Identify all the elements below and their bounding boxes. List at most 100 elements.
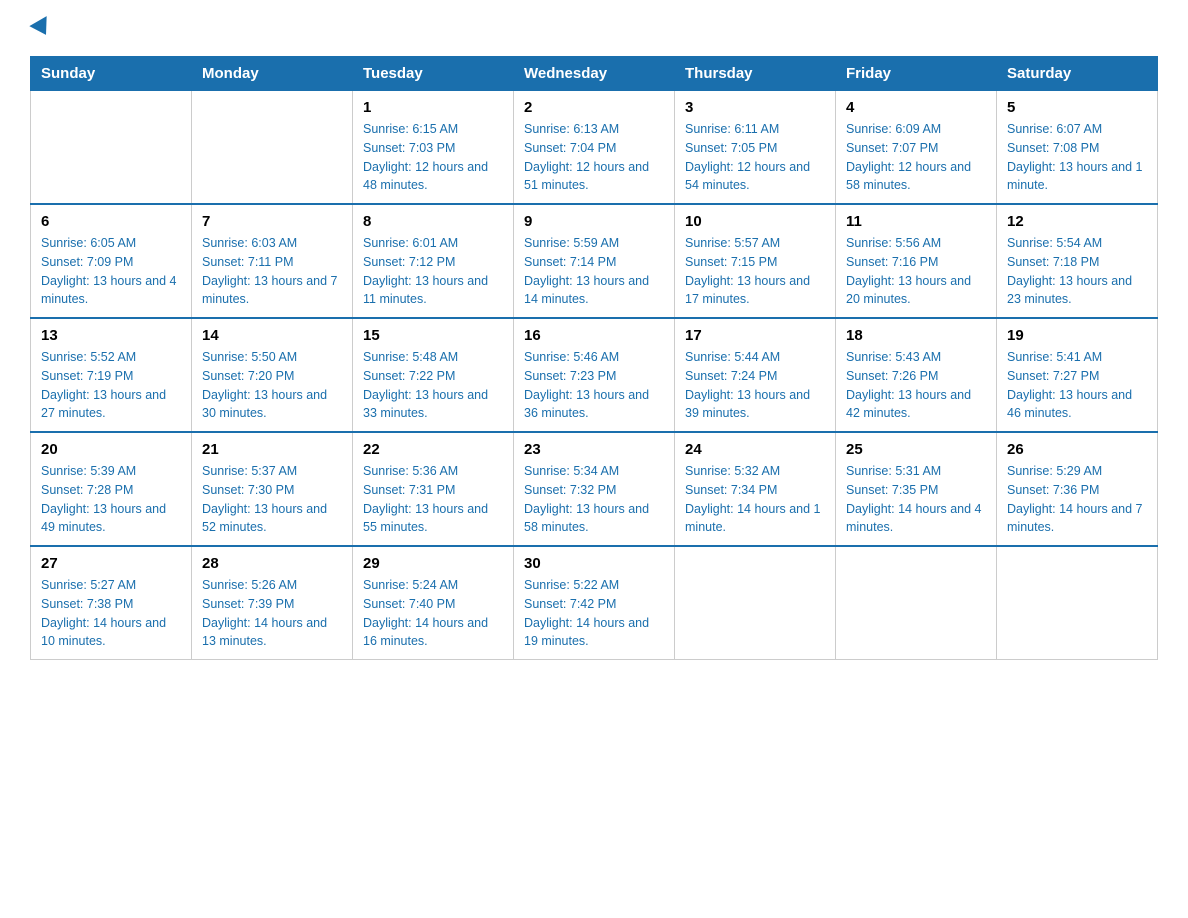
calendar-cell: 25 Sunrise: 5:31 AMSunset: 7:35 PMDayligh… — [836, 432, 997, 546]
sun-info: Sunrise: 5:52 AMSunset: 7:19 PMDaylight:… — [41, 348, 181, 423]
weekday-header-saturday: Saturday — [997, 57, 1158, 91]
sun-info: Sunrise: 6:11 AMSunset: 7:05 PMDaylight:… — [685, 120, 825, 195]
calendar-cell: 23 Sunrise: 5:34 AMSunset: 7:32 PMDayligh… — [514, 432, 675, 546]
sun-info: Sunrise: 6:03 AMSunset: 7:11 PMDaylight:… — [202, 234, 342, 309]
calendar-cell: 9 Sunrise: 5:59 AMSunset: 7:14 PMDaylight… — [514, 204, 675, 318]
day-number: 25 — [846, 441, 986, 458]
sun-info: Sunrise: 5:54 AMSunset: 7:18 PMDaylight:… — [1007, 234, 1147, 309]
calendar-cell — [675, 546, 836, 660]
sun-info: Sunrise: 5:26 AMSunset: 7:39 PMDaylight:… — [202, 576, 342, 651]
day-number: 13 — [41, 327, 181, 344]
sun-info: Sunrise: 6:05 AMSunset: 7:09 PMDaylight:… — [41, 234, 181, 309]
calendar-cell: 18 Sunrise: 5:43 AMSunset: 7:26 PMDayligh… — [836, 318, 997, 432]
day-number: 8 — [363, 213, 503, 230]
calendar-cell: 19Sunrise: 5:41 AMSunset: 7:27 PMDayligh… — [997, 318, 1158, 432]
calendar-cell: 13 Sunrise: 5:52 AMSunset: 7:19 PMDayligh… — [31, 318, 192, 432]
day-number: 16 — [524, 327, 664, 344]
day-number: 5 — [1007, 99, 1147, 116]
day-number: 6 — [41, 213, 181, 230]
calendar-cell: 30 Sunrise: 5:22 AMSunset: 7:42 PMDayligh… — [514, 546, 675, 660]
day-number: 29 — [363, 555, 503, 572]
calendar-cell: 20 Sunrise: 5:39 AMSunset: 7:28 PMDayligh… — [31, 432, 192, 546]
sun-info: Sunrise: 5:32 AMSunset: 7:34 PMDaylight:… — [685, 462, 825, 537]
calendar-cell: 12 Sunrise: 5:54 AMSunset: 7:18 PMDayligh… — [997, 204, 1158, 318]
calendar-cell: 8 Sunrise: 6:01 AMSunset: 7:12 PMDaylight… — [353, 204, 514, 318]
sun-info: Sunrise: 6:15 AMSunset: 7:03 PMDaylight:… — [363, 120, 503, 195]
calendar-cell: 15Sunrise: 5:48 AMSunset: 7:22 PMDayligh… — [353, 318, 514, 432]
day-number: 1 — [363, 99, 503, 116]
sun-info: Sunrise: 5:31 AMSunset: 7:35 PMDaylight:… — [846, 462, 986, 537]
calendar-cell — [31, 91, 192, 205]
day-number: 9 — [524, 213, 664, 230]
calendar-week-row: 13 Sunrise: 5:52 AMSunset: 7:19 PMDayligh… — [31, 318, 1158, 432]
day-number: 20 — [41, 441, 181, 458]
calendar-cell: 28 Sunrise: 5:26 AMSunset: 7:39 PMDayligh… — [192, 546, 353, 660]
calendar-cell: 26 Sunrise: 5:29 AMSunset: 7:36 PMDayligh… — [997, 432, 1158, 546]
calendar-cell: 1 Sunrise: 6:15 AMSunset: 7:03 PMDaylight… — [353, 91, 514, 205]
sun-info: Sunrise: 5:39 AMSunset: 7:28 PMDaylight:… — [41, 462, 181, 537]
page-header — [30, 20, 1158, 38]
day-number: 23 — [524, 441, 664, 458]
calendar-cell: 5 Sunrise: 6:07 AMSunset: 7:08 PMDaylight… — [997, 91, 1158, 205]
calendar-cell: 4 Sunrise: 6:09 AMSunset: 7:07 PMDaylight… — [836, 91, 997, 205]
sun-info: Sunrise: 5:50 AMSunset: 7:20 PMDaylight:… — [202, 348, 342, 423]
sun-info: Sunrise: 5:41 AMSunset: 7:27 PMDaylight:… — [1007, 348, 1147, 423]
sun-info: Sunrise: 6:07 AMSunset: 7:08 PMDaylight:… — [1007, 120, 1147, 195]
sun-info: Sunrise: 5:24 AMSunset: 7:40 PMDaylight:… — [363, 576, 503, 651]
calendar-cell — [836, 546, 997, 660]
day-number: 2 — [524, 99, 664, 116]
sun-info: Sunrise: 5:46 AMSunset: 7:23 PMDaylight:… — [524, 348, 664, 423]
calendar-cell: 11 Sunrise: 5:56 AMSunset: 7:16 PMDayligh… — [836, 204, 997, 318]
sun-info: Sunrise: 5:48 AMSunset: 7:22 PMDaylight:… — [363, 348, 503, 423]
sun-info: Sunrise: 5:56 AMSunset: 7:16 PMDaylight:… — [846, 234, 986, 309]
sun-info: Sunrise: 5:44 AMSunset: 7:24 PMDaylight:… — [685, 348, 825, 423]
weekday-header-tuesday: Tuesday — [353, 57, 514, 91]
calendar-table: SundayMondayTuesdayWednesdayThursdayFrid… — [30, 56, 1158, 660]
calendar-cell: 6 Sunrise: 6:05 AMSunset: 7:09 PMDaylight… — [31, 204, 192, 318]
sun-info: Sunrise: 5:57 AMSunset: 7:15 PMDaylight:… — [685, 234, 825, 309]
sun-info: Sunrise: 6:09 AMSunset: 7:07 PMDaylight:… — [846, 120, 986, 195]
day-number: 28 — [202, 555, 342, 572]
weekday-header-wednesday: Wednesday — [514, 57, 675, 91]
weekday-header-row: SundayMondayTuesdayWednesdayThursdayFrid… — [31, 57, 1158, 91]
day-number: 18 — [846, 327, 986, 344]
day-number: 12 — [1007, 213, 1147, 230]
sun-info: Sunrise: 5:34 AMSunset: 7:32 PMDaylight:… — [524, 462, 664, 537]
calendar-cell: 14Sunrise: 5:50 AMSunset: 7:20 PMDayligh… — [192, 318, 353, 432]
day-number: 3 — [685, 99, 825, 116]
sun-info: Sunrise: 6:01 AMSunset: 7:12 PMDaylight:… — [363, 234, 503, 309]
day-number: 11 — [846, 213, 986, 230]
calendar-cell: 7 Sunrise: 6:03 AMSunset: 7:11 PMDaylight… — [192, 204, 353, 318]
day-number: 17 — [685, 327, 825, 344]
day-number: 27 — [41, 555, 181, 572]
day-number: 30 — [524, 555, 664, 572]
day-number: 22 — [363, 441, 503, 458]
calendar-cell: 21 Sunrise: 5:37 AMSunset: 7:30 PMDayligh… — [192, 432, 353, 546]
weekday-header-monday: Monday — [192, 57, 353, 91]
sun-info: Sunrise: 5:29 AMSunset: 7:36 PMDaylight:… — [1007, 462, 1147, 537]
calendar-cell: 24Sunrise: 5:32 AMSunset: 7:34 PMDayligh… — [675, 432, 836, 546]
calendar-cell: 16 Sunrise: 5:46 AMSunset: 7:23 PMDayligh… — [514, 318, 675, 432]
calendar-cell: 2 Sunrise: 6:13 AMSunset: 7:04 PMDaylight… — [514, 91, 675, 205]
day-number: 26 — [1007, 441, 1147, 458]
sun-info: Sunrise: 5:37 AMSunset: 7:30 PMDaylight:… — [202, 462, 342, 537]
calendar-cell: 27 Sunrise: 5:27 AMSunset: 7:38 PMDayligh… — [31, 546, 192, 660]
sun-info: Sunrise: 5:59 AMSunset: 7:14 PMDaylight:… — [524, 234, 664, 309]
calendar-cell: 17 Sunrise: 5:44 AMSunset: 7:24 PMDayligh… — [675, 318, 836, 432]
calendar-cell: 10 Sunrise: 5:57 AMSunset: 7:15 PMDayligh… — [675, 204, 836, 318]
calendar-week-row: 20 Sunrise: 5:39 AMSunset: 7:28 PMDayligh… — [31, 432, 1158, 546]
day-number: 21 — [202, 441, 342, 458]
logo — [30, 20, 52, 38]
calendar-cell: 3 Sunrise: 6:11 AMSunset: 7:05 PMDaylight… — [675, 91, 836, 205]
sun-info: Sunrise: 5:22 AMSunset: 7:42 PMDaylight:… — [524, 576, 664, 651]
day-number: 10 — [685, 213, 825, 230]
logo-triangle-icon — [29, 16, 54, 40]
calendar-week-row: 1 Sunrise: 6:15 AMSunset: 7:03 PMDaylight… — [31, 91, 1158, 205]
day-number: 4 — [846, 99, 986, 116]
sun-info: Sunrise: 5:27 AMSunset: 7:38 PMDaylight:… — [41, 576, 181, 651]
day-number: 7 — [202, 213, 342, 230]
calendar-cell: 29 Sunrise: 5:24 AMSunset: 7:40 PMDayligh… — [353, 546, 514, 660]
weekday-header-thursday: Thursday — [675, 57, 836, 91]
sun-info: Sunrise: 6:13 AMSunset: 7:04 PMDaylight:… — [524, 120, 664, 195]
sun-info: Sunrise: 5:43 AMSunset: 7:26 PMDaylight:… — [846, 348, 986, 423]
